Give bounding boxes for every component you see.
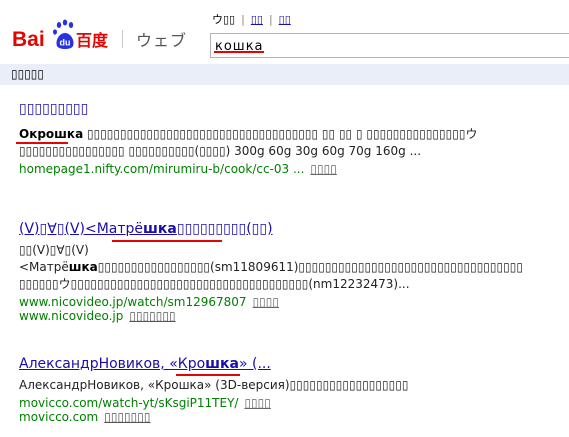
nav-item-web[interactable]: ウ▯▯ xyxy=(212,13,235,26)
more-from-site-link[interactable]: ▯▯▯▯▯▯▯ xyxy=(129,309,175,323)
snippet-text: ▯▯▯▯▯▯▯▯▯▯▯▯▯▯▯▯▯▯▯▯▯▯▯▯▯▯▯▯▯▯▯▯▯▯▯ ▯▯ ▯… xyxy=(19,127,478,158)
search-result: (V)▯∀▯(V)<Матрёшка▯▯▯▯▯▯▯▯▯(▯▯) ▯▯(V)▯∀▯… xyxy=(19,221,564,323)
result-url-text: homepage1.nifty.com/mirumiru-b/cook/cc-0… xyxy=(19,162,305,176)
title-text: » (... xyxy=(239,356,271,372)
result-url: www.nicovideo.jp/watch/sm12967807 ▯▯▯▯ xyxy=(19,295,564,309)
result-url: homepage1.nifty.com/mirumiru-b/cook/cc-0… xyxy=(19,162,564,176)
snippet-keyword: шка xyxy=(68,260,98,274)
title-keyword: шка xyxy=(143,221,177,237)
search-input[interactable] xyxy=(215,36,555,56)
title-keyword: шка xyxy=(205,356,239,372)
title-text: (V)▯∀▯(V)<Матрё xyxy=(19,221,144,237)
cache-link[interactable]: ▯▯▯▯ xyxy=(310,162,336,176)
cache-link[interactable]: ▯▯▯▯ xyxy=(244,396,270,410)
result-site: www.nicovideo.jp ▯▯▯▯▯▯▯ xyxy=(19,309,564,323)
title-text: АлександрНовиков, «Кро xyxy=(19,356,206,372)
search-type-nav: ウ▯▯ | ▯▯ | ▯▯ xyxy=(212,11,291,27)
keyword-underline xyxy=(16,142,68,144)
nav-item-videos[interactable]: ▯▯ xyxy=(279,13,291,26)
result-snippet: АлександрНовиков, «Крошка» (3D-версия)▯▯… xyxy=(19,378,409,392)
search-box xyxy=(210,33,569,58)
site-domain: movicco.com xyxy=(19,410,99,424)
result-title-link[interactable]: АлександрНовиков, «Крошка» (... xyxy=(19,356,564,372)
keyword-underline xyxy=(112,240,222,242)
results-info-bar: ▯▯▯▯▯ xyxy=(0,64,569,85)
svg-text:Bai: Bai xyxy=(12,28,45,51)
title-text: ▯▯▯▯▯▯▯▯▯(▯▯) xyxy=(176,221,273,237)
product-label: ウェブ xyxy=(136,31,188,50)
result-site: movicco.com ▯▯▯▯▯▯▯ xyxy=(19,410,564,424)
snippet-keyword: Окрошка xyxy=(19,127,84,141)
result-url-text: www.nicovideo.jp/watch/sm12967807 xyxy=(19,295,247,309)
result-snippet: ▯▯(V)▯∀▯(V)<Матрёшка▯▯▯▯▯▯▯▯▯▯▯▯▯▯▯▯▯(sm… xyxy=(19,242,564,293)
keyword-underline xyxy=(176,374,240,376)
search-result: ▯▯▯▯▯▯▯▯▯ Окрошка ▯▯▯▯▯▯▯▯▯▯▯▯▯▯▯▯▯▯▯▯▯▯… xyxy=(19,101,564,176)
svg-text:百度: 百度 xyxy=(76,31,109,50)
logo-divider xyxy=(122,30,123,48)
result-snippet: Окрошка ▯▯▯▯▯▯▯▯▯▯▯▯▯▯▯▯▯▯▯▯▯▯▯▯▯▯▯▯▯▯▯▯… xyxy=(19,126,564,160)
cache-link[interactable]: ▯▯▯▯ xyxy=(253,295,279,309)
svg-text:du: du xyxy=(60,38,71,48)
result-title-link[interactable]: ▯▯▯▯▯▯▯▯▯ xyxy=(19,101,564,117)
site-domain: www.nicovideo.jp xyxy=(19,309,124,323)
result-url: movicco.com/watch-yt/sKsgiP11TEY/ ▯▯▯▯ xyxy=(19,396,564,410)
baidu-logo[interactable]: Bai du 百度 xyxy=(10,17,110,53)
page-header: Bai du 百度 ウェブ ウ▯▯ | ▯▯ | ▯▯ xyxy=(0,0,569,62)
query-highlight-underline xyxy=(214,51,264,53)
search-result: АлександрНовиков, «Крошка» (... Александ… xyxy=(19,356,564,424)
nav-item-images[interactable]: ▯▯ xyxy=(251,13,263,26)
more-from-site-link[interactable]: ▯▯▯▯▯▯▯ xyxy=(104,410,150,424)
result-title-link[interactable]: (V)▯∀▯(V)<Матрёшка▯▯▯▯▯▯▯▯▯(▯▯) xyxy=(19,221,564,237)
result-url-text: movicco.com/watch-yt/sKsgiP11TEY/ xyxy=(19,396,239,410)
nav-divider: | xyxy=(241,13,245,26)
nav-divider: | xyxy=(268,13,273,26)
web-label: ▯▯▯▯▯ xyxy=(11,67,45,81)
